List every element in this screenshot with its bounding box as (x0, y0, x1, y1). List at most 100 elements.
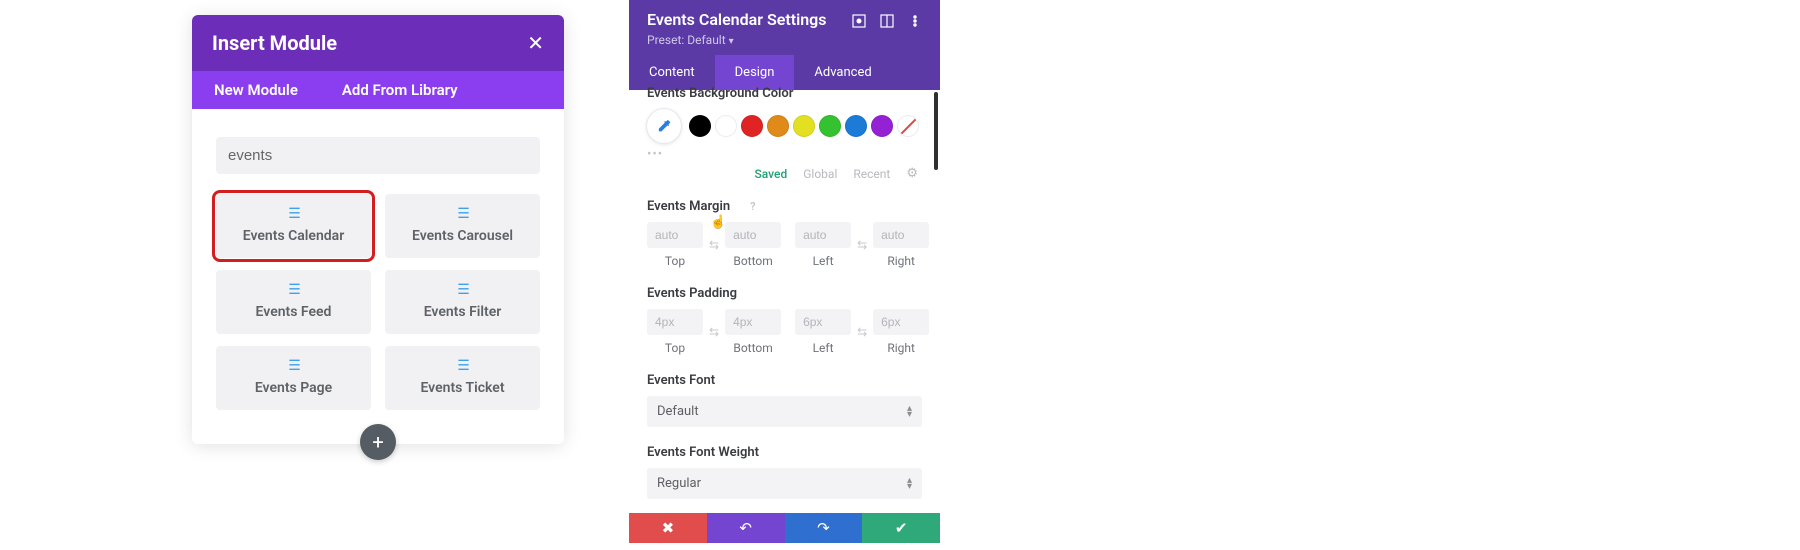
color-swatch-row (647, 109, 922, 143)
padding-row: Top ⇆ Bottom Left ⇆ Right (647, 309, 922, 355)
settings-panel: Events Calendar Settings Preset: Default… (629, 0, 940, 543)
swatch-red[interactable] (741, 115, 763, 137)
insert-module-title: Insert Module (212, 31, 337, 55)
module-icon: ☰ (222, 282, 365, 298)
module-icon: ☰ (222, 206, 365, 222)
module-icon: ☰ (222, 358, 365, 374)
module-label: Events Filter (391, 304, 534, 320)
focus-icon[interactable] (852, 13, 866, 27)
padding-left-label: Left (813, 341, 834, 355)
kebab-icon[interactable] (908, 13, 922, 27)
confirm-button[interactable]: ✔ (862, 513, 940, 543)
cancel-button[interactable]: ✖ (629, 513, 707, 543)
tab-content[interactable]: Content (629, 55, 715, 90)
margin-bottom-input[interactable] (725, 222, 781, 248)
link-icon[interactable]: ⇆ (855, 238, 869, 252)
insert-module-header: Insert Module ✕ (192, 15, 564, 71)
undo-button[interactable]: ↶ (707, 513, 785, 543)
tab-add-from-library[interactable]: Add From Library (320, 71, 480, 109)
scrollbar[interactable] (934, 92, 938, 170)
swatch-blue[interactable] (845, 115, 867, 137)
tab-new-module[interactable]: New Module (192, 71, 320, 109)
module-events-ticket[interactable]: ☰ Events Ticket (385, 346, 540, 410)
select-arrows-icon: ▴▾ (907, 406, 912, 418)
module-events-filter[interactable]: ☰ Events Filter (385, 270, 540, 334)
font-value: Default (657, 404, 699, 419)
margin-bottom-label: Bottom (733, 254, 772, 268)
module-events-carousel[interactable]: ☰ Events Carousel (385, 194, 540, 258)
color-tab-saved[interactable]: Saved (755, 167, 788, 181)
link-icon[interactable]: ⇆ (855, 325, 869, 339)
margin-top-label: Top (665, 254, 685, 268)
events-bg-color-label: Events Background Color (647, 86, 922, 101)
close-icon[interactable]: ✕ (527, 33, 544, 53)
help-icon[interactable]: ? (750, 200, 755, 213)
margin-row: Top ⇆ Bottom Left ⇆ Right (647, 222, 922, 268)
events-font-label: Events Font (647, 373, 922, 388)
select-arrows-icon: ▴▾ (907, 478, 912, 490)
swatch-green[interactable] (819, 115, 841, 137)
gear-icon[interactable]: ⚙ (906, 166, 918, 181)
padding-top-input[interactable] (647, 309, 703, 335)
link-icon[interactable]: ⇆ (707, 325, 721, 339)
eyedropper-icon[interactable] (647, 109, 681, 143)
insert-module-tabs: New Module Add From Library (192, 71, 564, 109)
swatch-yellow[interactable] (793, 115, 815, 137)
link-icon[interactable]: ⇆ (707, 238, 721, 252)
module-icon: ☰ (391, 282, 534, 298)
preset-label: Preset: Default (647, 33, 726, 47)
module-label: Events Calendar (222, 228, 365, 244)
padding-left-input[interactable] (795, 309, 851, 335)
swatch-purple[interactable] (871, 115, 893, 137)
module-grid: ☰ Events Calendar ☰ Events Carousel ☰ Ev… (216, 194, 540, 410)
module-icon: ☰ (391, 206, 534, 222)
module-events-feed[interactable]: ☰ Events Feed (216, 270, 371, 334)
swatch-none[interactable] (897, 115, 919, 137)
settings-header: Events Calendar Settings Preset: Default… (629, 0, 940, 55)
margin-left-input[interactable] (795, 222, 851, 248)
padding-right-label: Right (887, 341, 915, 355)
padding-bottom-label: Bottom (733, 341, 772, 355)
insert-module-body: ☰ Events Calendar ☰ Events Carousel ☰ Ev… (192, 109, 564, 444)
tab-design[interactable]: Design (715, 55, 795, 90)
margin-right-label: Right (887, 254, 915, 268)
events-font-weight-label: Events Font Weight (647, 445, 922, 460)
settings-tabs: Content Design Advanced (629, 55, 940, 90)
module-label: Events Ticket (391, 380, 534, 396)
module-events-page[interactable]: ☰ Events Page (216, 346, 371, 410)
preset-selector[interactable]: Preset: Default ▾ (647, 33, 922, 47)
redo-button[interactable]: ↷ (785, 513, 863, 543)
padding-top-label: Top (665, 341, 685, 355)
columns-icon[interactable] (880, 13, 894, 27)
swatch-white[interactable] (715, 115, 737, 137)
margin-left-label: Left (813, 254, 834, 268)
events-font-select[interactable]: Default ▴▾ (647, 396, 922, 427)
module-label: Events Feed (222, 304, 365, 320)
swatch-orange[interactable] (767, 115, 789, 137)
module-label: Events Carousel (391, 228, 534, 244)
caret-down-icon: ▾ (729, 36, 734, 47)
padding-bottom-input[interactable] (725, 309, 781, 335)
font-weight-value: Regular (657, 476, 701, 491)
module-events-calendar[interactable]: ☰ Events Calendar (216, 194, 371, 258)
add-button[interactable]: + (360, 424, 396, 460)
events-margin-label: Events Margin? (647, 199, 922, 214)
tab-advanced[interactable]: Advanced (794, 55, 891, 90)
margin-right-input[interactable] (873, 222, 929, 248)
module-search-input[interactable] (216, 137, 540, 174)
insert-module-panel: Insert Module ✕ New Module Add From Libr… (192, 15, 564, 444)
color-tab-global[interactable]: Global (803, 167, 837, 181)
events-font-weight-select[interactable]: Regular ▴▾ (647, 468, 922, 499)
plus-icon: + (372, 430, 383, 454)
module-icon: ☰ (391, 358, 534, 374)
swatch-black[interactable] (689, 115, 711, 137)
color-meta-row: Saved Global Recent ⚙ (647, 166, 922, 181)
margin-top-input[interactable] (647, 222, 703, 248)
padding-right-input[interactable] (873, 309, 929, 335)
settings-content: Events Background Color ••• Saved Global… (629, 86, 940, 513)
events-padding-label: Events Padding (647, 286, 922, 301)
more-icon[interactable]: ••• (647, 147, 922, 162)
settings-footer: ✖ ↶ ↷ ✔ (629, 513, 940, 543)
color-tab-recent[interactable]: Recent (853, 167, 890, 181)
settings-title: Events Calendar Settings (647, 10, 827, 29)
